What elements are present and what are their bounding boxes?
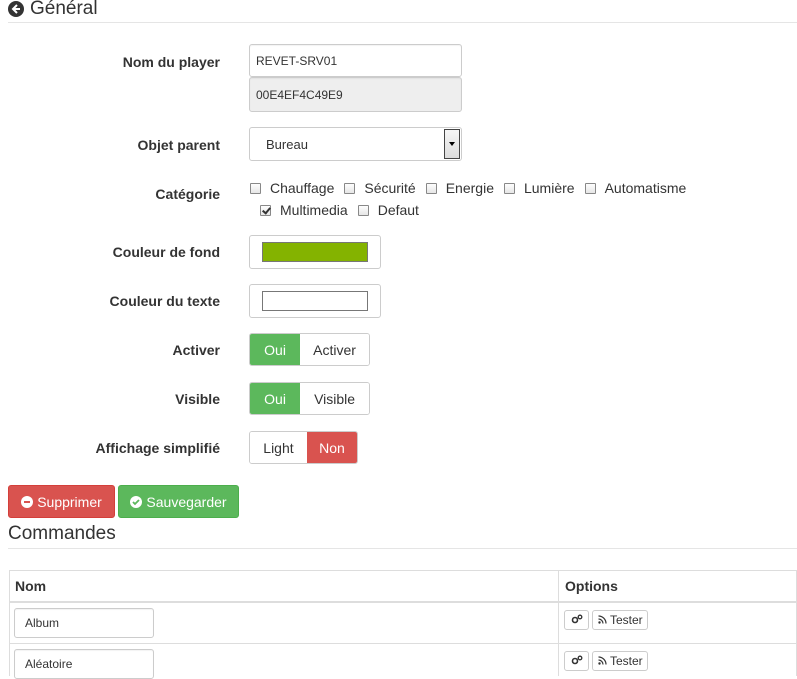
simplified-off-option[interactable]: Non xyxy=(306,432,357,463)
delete-button[interactable]: Supprimer xyxy=(8,485,115,518)
activate-on-option[interactable]: Oui xyxy=(250,334,301,365)
check-circle-icon xyxy=(130,495,143,508)
configure-button[interactable] xyxy=(564,651,589,671)
checkbox-chauffage[interactable] xyxy=(250,182,261,194)
bg-color-swatch xyxy=(262,242,368,262)
category-defaut[interactable]: Defaut xyxy=(357,202,419,218)
category-row-1: Chauffage Sécurité Energie Lumière Autom… xyxy=(250,180,696,196)
table-header-divider xyxy=(9,601,797,603)
simplified-toggle[interactable]: Light Non xyxy=(249,431,358,464)
category-row-2: Multimedia Defaut xyxy=(260,202,429,218)
id-field: 00E4EF4C49E9 xyxy=(249,77,462,112)
column-header-options: Options xyxy=(565,578,618,594)
category-label: Catégorie xyxy=(155,186,220,202)
rss-icon xyxy=(598,613,607,627)
text-color-label: Couleur du texte xyxy=(109,293,220,309)
parent-select[interactable]: Bureau xyxy=(249,127,462,161)
checkbox-defaut[interactable] xyxy=(357,204,369,216)
name-input[interactable]: REVET-SRV01 xyxy=(249,44,462,77)
activate-label: Activer xyxy=(172,342,220,358)
command-name-input[interactable]: Aléatoire xyxy=(14,649,154,679)
text-color-swatch xyxy=(262,291,368,311)
parent-select-value: Bureau xyxy=(266,136,308,152)
minus-circle-icon xyxy=(21,495,34,508)
divider xyxy=(8,548,797,549)
save-button[interactable]: Sauvegarder xyxy=(118,485,239,518)
page-header: Général xyxy=(8,0,98,22)
simplified-label: Affichage simplifié xyxy=(95,440,220,456)
category-chauffage[interactable]: Chauffage xyxy=(250,180,334,196)
gears-icon xyxy=(571,613,583,627)
commands-title: Commandes xyxy=(8,523,116,544)
checkbox-energie[interactable] xyxy=(425,182,437,194)
activate-toggle[interactable]: Oui Activer xyxy=(249,333,370,366)
test-button[interactable]: Tester xyxy=(592,651,648,671)
checkbox-multimedia[interactable] xyxy=(260,204,271,216)
visible-off-option[interactable]: Visible xyxy=(300,383,369,414)
checkbox-lumiere[interactable] xyxy=(503,182,515,194)
category-energie[interactable]: Energie xyxy=(425,180,494,196)
bg-color-label: Couleur de fond xyxy=(112,244,220,260)
visible-on-option[interactable]: Oui xyxy=(250,383,301,414)
column-header-name: Nom xyxy=(15,578,47,594)
checkbox-automatisme[interactable] xyxy=(584,182,596,194)
configure-button[interactable] xyxy=(564,610,589,630)
simplified-on-option[interactable]: Light xyxy=(250,432,307,463)
command-name-input[interactable]: Album xyxy=(14,608,154,638)
divider xyxy=(8,22,797,23)
name-label: Nom du player xyxy=(122,54,220,70)
visible-label: Visible xyxy=(175,391,220,407)
row-divider xyxy=(9,643,797,644)
page-title: Général xyxy=(30,0,98,19)
chevron-down-icon[interactable] xyxy=(444,129,460,159)
column-divider xyxy=(558,570,559,676)
category-securite[interactable]: Sécurité xyxy=(344,180,416,196)
activate-off-option[interactable]: Activer xyxy=(300,334,369,365)
text-color-picker[interactable] xyxy=(249,284,381,318)
rss-icon xyxy=(598,654,607,668)
circle-arrow-left-icon[interactable] xyxy=(8,1,24,17)
checkbox-securite[interactable] xyxy=(344,182,356,194)
visible-toggle[interactable]: Oui Visible xyxy=(249,382,370,415)
category-multimedia[interactable]: Multimedia xyxy=(260,202,348,218)
parent-label: Objet parent xyxy=(137,137,220,153)
test-button[interactable]: Tester xyxy=(592,610,648,630)
gears-icon xyxy=(571,654,583,668)
category-lumiere[interactable]: Lumière xyxy=(503,180,575,196)
category-automatisme[interactable]: Automatisme xyxy=(584,180,686,196)
bg-color-picker[interactable] xyxy=(249,235,381,269)
